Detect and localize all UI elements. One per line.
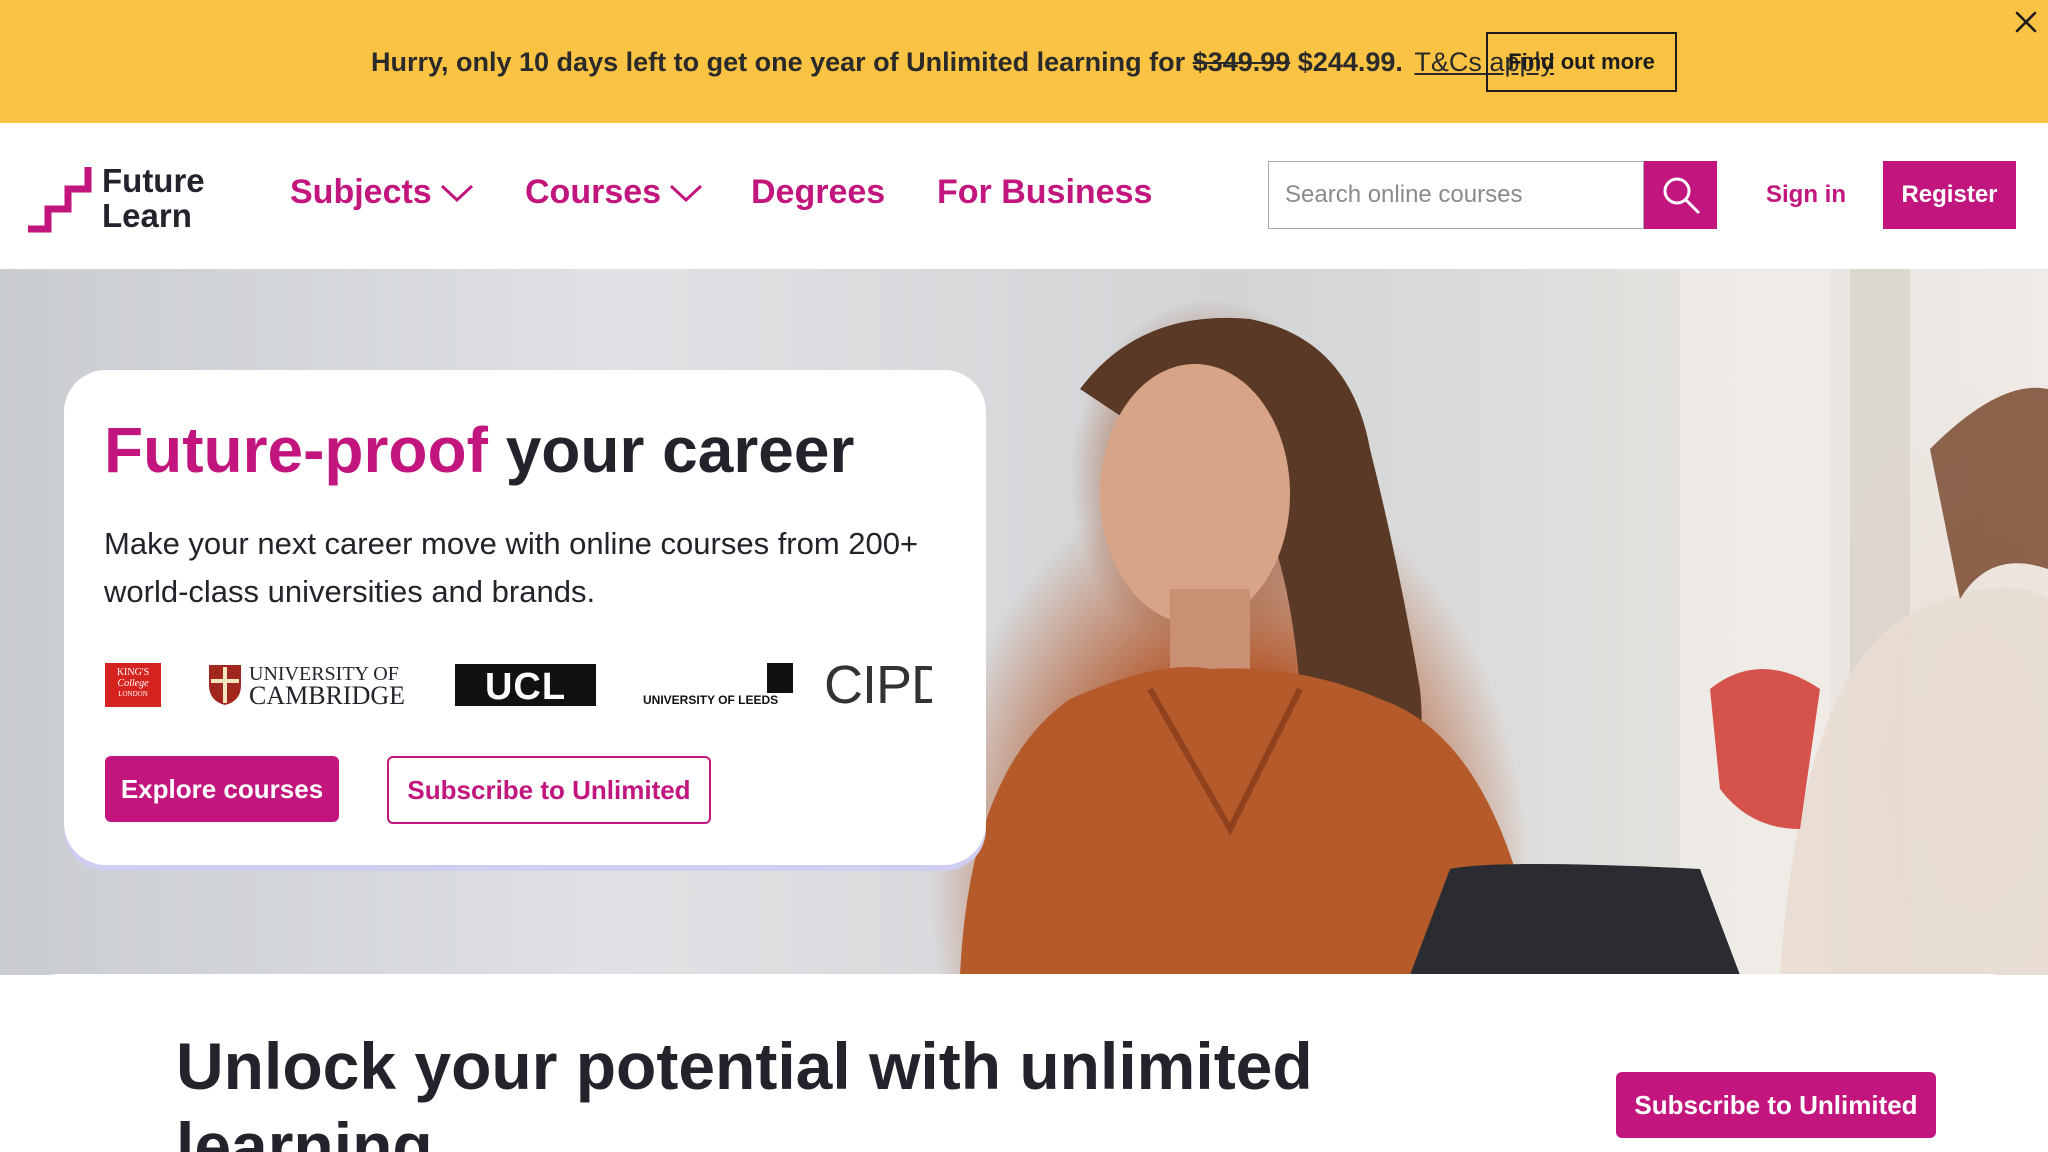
cambridge-shield-icon: [209, 665, 241, 705]
partner-logos: KING'S College LONDON UNIVERSITY OF CAMB…: [105, 655, 955, 715]
logo-line-1: Future: [102, 162, 205, 199]
hero-card: Future-proof your career Make your next …: [64, 370, 986, 865]
university-of-leeds-logo: UNIVERSITY OF LEEDS: [643, 655, 793, 715]
hero-section: Future-proof your career Make your next …: [0, 269, 2048, 975]
unlimited-section: Unlock your potential with unlimited lea…: [0, 974, 2048, 1152]
find-out-more-button[interactable]: Find out more: [1486, 32, 1677, 92]
nav-degrees[interactable]: Degrees: [751, 173, 885, 212]
ucl-logo: UCL: [455, 655, 596, 715]
site-header: Future Learn Subjects Courses Degrees Fo…: [0, 123, 2048, 269]
sign-in-link[interactable]: Sign in: [1766, 181, 1846, 209]
hero-subtitle: Make your next career move with online c…: [104, 526, 919, 609]
futurelearn-logo[interactable]: Future Learn: [26, 163, 216, 235]
logo-mark-icon: [28, 167, 92, 233]
nav-subjects[interactable]: Subjects: [290, 173, 474, 212]
university-of-cambridge-logo: UNIVERSITY OF CAMBRIDGE: [207, 655, 405, 715]
nav-degrees-label: Degrees: [751, 173, 886, 211]
cipd-logo: CIPD: [824, 655, 932, 715]
logo-line-2: Learn: [102, 197, 192, 234]
chevron-down-icon: [670, 184, 703, 202]
chevron-down-icon: [440, 184, 473, 202]
register-button[interactable]: Register: [1883, 161, 2016, 229]
subscribe-unlimited-outline-button[interactable]: Subscribe to Unlimited: [387, 756, 711, 824]
nav-for-business-label: For Business: [937, 173, 1153, 211]
explore-courses-button[interactable]: Explore courses: [105, 756, 339, 822]
promo-text: Hurry, only 10 days left to get one year…: [371, 47, 1186, 77]
nav-for-business[interactable]: For Business: [937, 173, 1152, 212]
cipd-wordmark: CIPD: [824, 655, 932, 715]
promo-message: Hurry, only 10 days left to get one year…: [371, 44, 1554, 80]
promo-old-price: $349.99: [1192, 47, 1291, 77]
search-input[interactable]: [1268, 161, 1644, 229]
hero-title: Future-proof your career: [104, 412, 854, 488]
hero-title-rest: your career: [487, 414, 855, 486]
search-button[interactable]: [1644, 161, 1717, 229]
kcl-line-1: KING'S: [116, 667, 150, 678]
unlimited-heading: Unlock your potential with unlimited lea…: [176, 1029, 1313, 1152]
leeds-wordmark: UNIVERSITY OF LEEDS: [643, 693, 779, 707]
search-icon: [1663, 177, 1699, 214]
ucl-wordmark: UCL: [455, 664, 596, 706]
nav-courses-label: Courses: [525, 173, 662, 211]
subscribe-unlimited-button[interactable]: Subscribe to Unlimited: [1616, 1072, 1936, 1138]
leeds-tower-icon: [767, 663, 793, 693]
kcl-line-3: LONDON: [118, 690, 148, 698]
hero-title-accent: Future-proof: [104, 414, 488, 486]
kcl-line-2: College: [117, 678, 149, 689]
nav-courses[interactable]: Courses: [525, 173, 703, 212]
kings-college-london-logo: KING'S College LONDON: [105, 655, 161, 715]
close-icon[interactable]: [2010, 6, 2042, 38]
nav-subjects-label: Subjects: [290, 173, 432, 211]
promo-banner: Hurry, only 10 days left to get one year…: [0, 0, 2048, 123]
promo-new-price: $244.99.: [1297, 47, 1403, 77]
cambridge-line-2: CAMBRIDGE: [249, 681, 406, 710]
